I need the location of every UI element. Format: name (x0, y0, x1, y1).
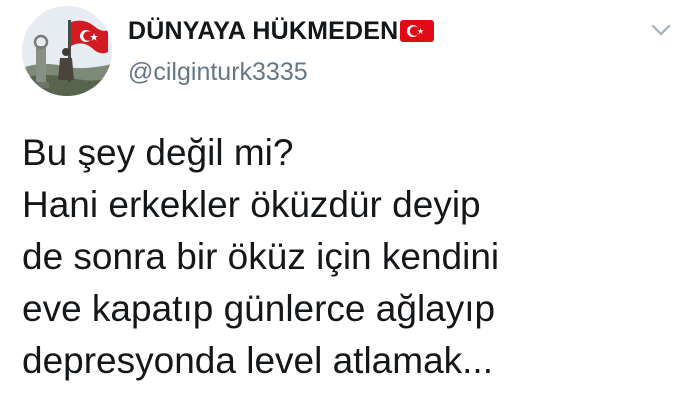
avatar-image (22, 6, 112, 96)
author-handle[interactable]: @cilginturk3335 (128, 58, 308, 87)
chevron-down-icon[interactable] (650, 22, 672, 38)
tweet-text-line: de sonra bir öküz için kendini (22, 236, 500, 277)
tweet-text-line: depresyonda level atlamak... (22, 340, 493, 381)
tweet-text-line: Bu şey değil mi? (22, 132, 294, 173)
turkey-flag-icon (400, 20, 435, 42)
avatar[interactable] (22, 6, 112, 96)
tweet-text-line: Hani erkekler öküzdür deyip (22, 184, 481, 225)
tweet-card: DÜNYAYA HÜKMEDEN @cilginturk3335 Bu şey … (0, 0, 690, 403)
tweet-text-line: eve kapatıp günlerce ağlayıp (22, 288, 496, 329)
author-name-row[interactable]: DÜNYAYA HÜKMEDEN (128, 14, 435, 48)
tweet-text: Bu şey değil mi? Hani erkekler öküzdür d… (22, 127, 672, 387)
display-name[interactable]: DÜNYAYA HÜKMEDEN (128, 17, 398, 46)
